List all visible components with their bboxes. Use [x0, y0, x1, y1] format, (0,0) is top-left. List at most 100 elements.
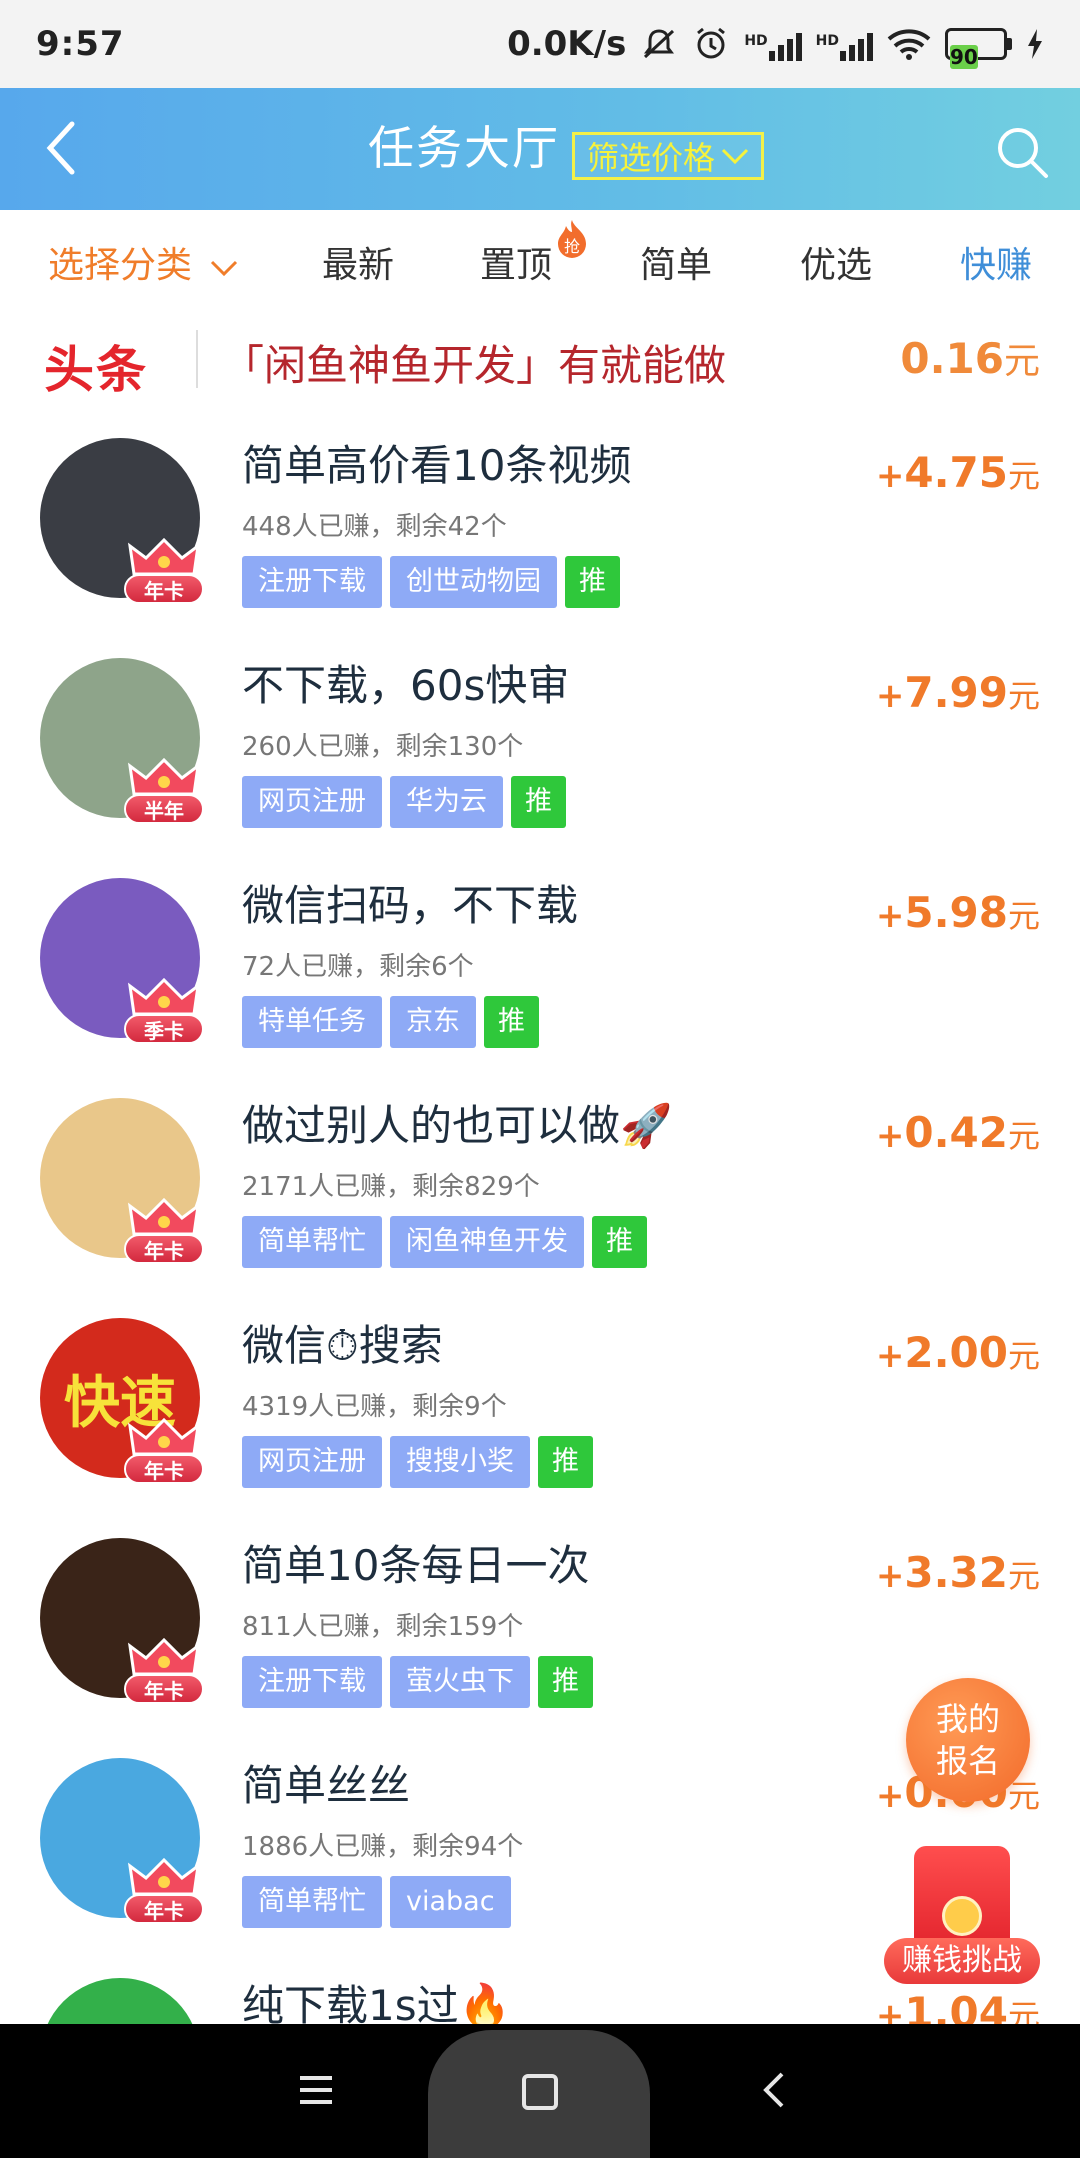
category-tabs: 选择分类 最新 置顶 简单 优选 快赚 [0, 210, 1080, 310]
task-title: 简单丝丝 [242, 1761, 411, 1810]
signal-2-icon: HD [816, 27, 873, 61]
task-row[interactable]: 快速 年卡 微信⏱搜索 4319人已赚，剩余9个 网页注册 搜搜小奖推 +2.00元 [0, 1318, 1080, 1538]
signup-label-1: 我的 [935, 1700, 1000, 1738]
status-icons: 0.0K/s HD HD 90 [507, 24, 1044, 69]
reward-plus: + [875, 1776, 905, 1816]
tab-simple[interactable]: 简单 [640, 236, 712, 288]
fire-badge-icon: 抢 [558, 220, 586, 258]
task-meta: 2171人已赚，剩余829个 [242, 1172, 540, 1202]
my-signup-button[interactable]: 我的 报名 [906, 1678, 1030, 1802]
reward-amount: 2.00 [904, 1328, 1008, 1377]
reward-plus: + [875, 676, 905, 716]
task-tag: 网页注册 [242, 1436, 382, 1488]
badge-label: 年卡 [124, 1234, 204, 1264]
crown-icon [128, 1858, 200, 1896]
task-title: 简单高价看10条视频 [242, 441, 632, 490]
task-meta: 4319人已赚，剩余9个 [242, 1392, 507, 1422]
divider [196, 330, 198, 388]
badge-label: 年卡 [124, 1674, 204, 1704]
task-tag: viabac [390, 1876, 511, 1928]
task-tags: 简单帮忙 闲鱼神鱼开发推 [242, 1216, 647, 1268]
filter-price-button[interactable]: 筛选价格 [572, 132, 765, 180]
tab-latest[interactable]: 最新 [322, 236, 394, 288]
task-tag: 简单帮忙 [242, 1216, 382, 1268]
headline-banner[interactable]: 头条 「闲鱼神鱼开发」有就能做 0.16元 [0, 318, 1080, 400]
recommend-tag: 推 [538, 1436, 593, 1488]
crown-icon [128, 538, 200, 576]
membership-badge: 半年 [124, 758, 204, 828]
task-row[interactable]: 半年 不下载，60s快审 260人已赚，剩余130个 网页注册 华为云推 +7.99元 [0, 658, 1080, 878]
tab-label: 选择分类 [48, 245, 193, 286]
reward-unit: 元 [1007, 677, 1040, 715]
system-nav-bar [0, 2024, 1080, 2158]
crown-icon [128, 978, 200, 1016]
task-tags: 简单帮忙 viabac [242, 1876, 511, 1928]
chevron-down-icon [211, 260, 238, 277]
recommend-tag: 推 [565, 556, 620, 608]
home-icon[interactable] [522, 2074, 558, 2110]
task-reward: +2.00元 [876, 1328, 1040, 1377]
reward-amount: 7.99 [904, 668, 1008, 717]
reward-unit: 元 [1007, 1117, 1040, 1155]
task-row[interactable]: 年卡 做过别人的也可以做🚀 2171人已赚，剩余829个简单帮忙 闲鱼神鱼开发推 +0.… [0, 1098, 1080, 1318]
tab-featured[interactable]: 优选 [800, 236, 872, 288]
headline-unit: 元 [1003, 341, 1040, 382]
task-tag: 简单帮忙 [242, 1876, 382, 1928]
headline-amount: 0.16 [900, 334, 1004, 383]
headline-text: 「闲鱼神鱼开发」有就能做 [222, 341, 727, 390]
signal-1-icon: HD [744, 27, 802, 61]
task-title: 做过别人的也可以做🚀 [242, 1101, 673, 1150]
tab-pinned[interactable]: 置顶 [480, 236, 552, 288]
task-tag: 注册下载 [242, 1656, 382, 1708]
task-reward: +7.99元 [876, 668, 1040, 717]
back-icon[interactable] [756, 2070, 796, 2110]
hot-badge-text: 抢 [564, 237, 580, 256]
task-reward: +0.42元 [876, 1108, 1040, 1157]
earn-challenge-button[interactable]: 赚钱挑战 [884, 1846, 1044, 1986]
task-tags: 特单任务 京东推 [242, 996, 539, 1048]
crown-icon [128, 758, 200, 796]
task-row[interactable]: 年卡 简单高价看10条视频 448人已赚，剩余42个 注册下载 创世动物园推 +4.75元 [0, 438, 1080, 658]
task-reward: +4.75元 [876, 448, 1040, 497]
back-arrow-icon[interactable] [36, 118, 96, 178]
task-tag: 特单任务 [242, 996, 382, 1048]
task-tags: 网页注册 华为云推 [242, 776, 566, 828]
task-row[interactable]: 季卡 微信扫码，不下载 72人已赚，剩余6个 特单任务 京东推 +5.98元 [0, 878, 1080, 1098]
reward-amount: 3.32 [904, 1548, 1008, 1597]
menu-icon[interactable] [296, 2070, 336, 2110]
challenge-label: 赚钱挑战 [884, 1938, 1040, 1984]
envelope-seal [942, 1896, 982, 1936]
badge-label: 季卡 [124, 1014, 204, 1044]
battery-level: 90 [950, 45, 978, 69]
app-header: 任务大厅 筛选价格 [0, 88, 1080, 210]
task-tags: 网页注册 搜搜小奖推 [242, 1436, 593, 1488]
badge-label: 年卡 [124, 574, 204, 604]
reward-plus: + [875, 456, 905, 496]
membership-badge: 年卡 [124, 1418, 204, 1488]
task-title: 微信⏱搜索 [242, 1321, 443, 1370]
reward-amount: 4.75 [904, 448, 1008, 497]
reward-unit: 元 [1007, 897, 1040, 935]
reward-unit: 元 [1007, 457, 1040, 495]
reward-unit: 元 [1007, 1557, 1040, 1595]
membership-badge: 年卡 [124, 538, 204, 608]
search-icon[interactable] [994, 124, 1050, 180]
recommend-tag: 推 [538, 1656, 593, 1708]
status-bar: 9:57 0.0K/s HD HD 90 [0, 0, 1080, 88]
tab-quick-earn[interactable]: 快赚 [960, 236, 1032, 288]
task-meta: 72人已赚，剩余6个 [242, 952, 474, 982]
task-title: 不下载，60s快审 [242, 661, 570, 710]
task-tag: 创世动物园 [390, 556, 557, 608]
tab-select-category[interactable]: 选择分类 [48, 236, 239, 288]
badge-label: 年卡 [124, 1894, 204, 1924]
reward-plus: + [875, 1556, 905, 1596]
task-meta: 448人已赚，剩余42个 [242, 512, 507, 542]
membership-badge: 季卡 [124, 978, 204, 1048]
task-tag: 网页注册 [242, 776, 382, 828]
reward-plus: + [875, 1116, 905, 1156]
task-tag: 京东 [390, 996, 476, 1048]
status-time: 9:57 [36, 24, 125, 64]
task-tag: 搜搜小奖 [390, 1436, 530, 1488]
battery-icon: 90 [945, 28, 1012, 69]
task-meta: 811人已赚，剩余159个 [242, 1612, 524, 1642]
